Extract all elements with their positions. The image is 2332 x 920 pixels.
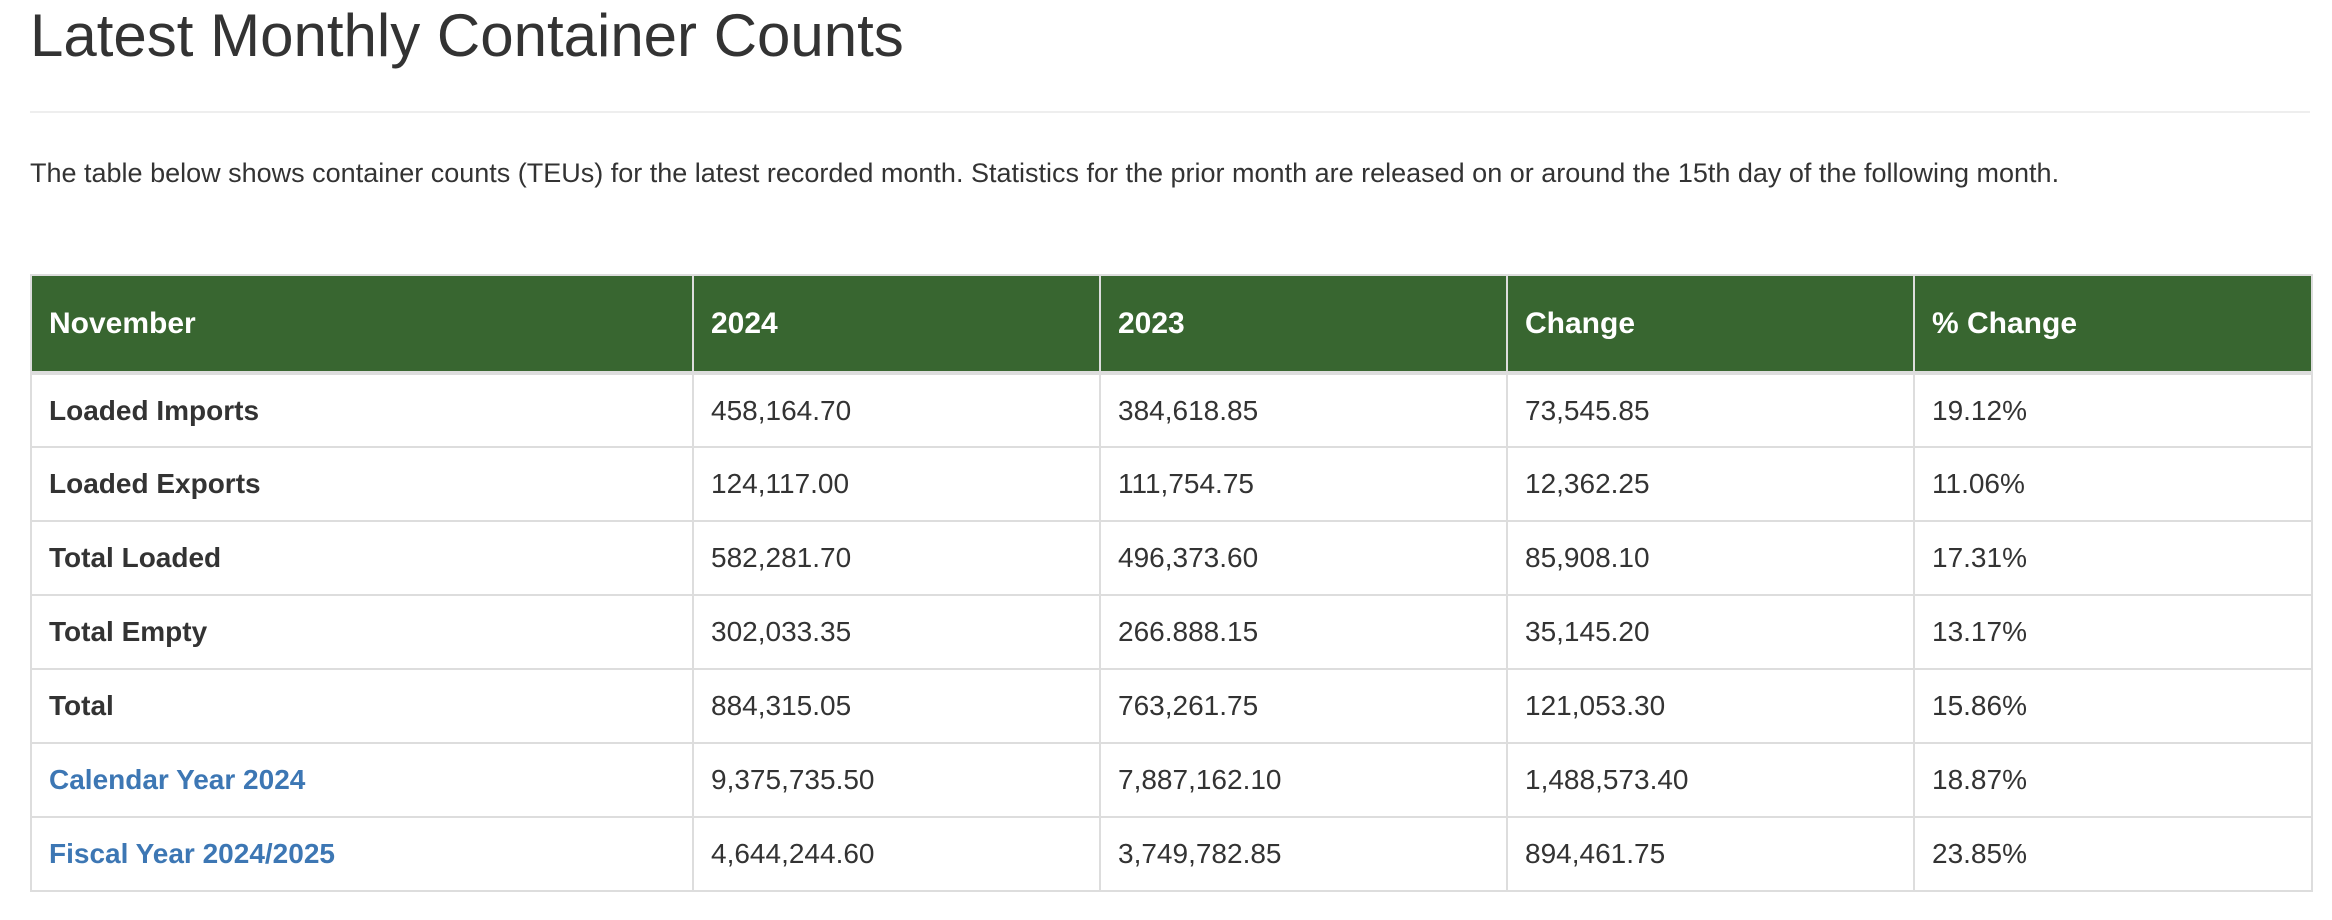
- cell-change: 35,145.20: [1506, 594, 1915, 670]
- intro-text: The table below shows container counts (…: [30, 158, 2060, 188]
- cell-change: 12,362.25: [1506, 446, 1915, 522]
- cell-2023: 3,749,782.85: [1099, 816, 1508, 892]
- row-label: Loaded Imports: [30, 372, 694, 448]
- row-label: Loaded Exports: [30, 446, 694, 522]
- cell-2023: 384,618.85: [1099, 372, 1508, 448]
- cell-pct-change: 17.31%: [1913, 520, 2313, 596]
- table-row: Loaded Exports 124,117.00 111,754.75 12,…: [30, 446, 2313, 522]
- header-2023: 2023: [1099, 274, 1508, 375]
- row-label-cell: Fiscal Year 2024/2025: [30, 816, 694, 892]
- table-row: Total Empty 302,033.35 266.888.15 35,145…: [30, 594, 2313, 670]
- header-month: November: [30, 274, 694, 375]
- page-title: Latest Monthly Container Counts: [30, 2, 904, 69]
- container-counts-table: November 2024 2023 Change % Change Loade…: [30, 274, 2313, 892]
- cell-change: 894,461.75: [1506, 816, 1915, 892]
- cell-2024: 124,117.00: [692, 446, 1101, 522]
- table-header-row: November 2024 2023 Change % Change: [30, 274, 2313, 375]
- calendar-year-link[interactable]: Calendar Year 2024: [49, 764, 305, 795]
- cell-pct-change: 19.12%: [1913, 372, 2313, 448]
- table-row: Calendar Year 2024 9,375,735.50 7,887,16…: [30, 742, 2313, 818]
- row-label: Total Empty: [30, 594, 694, 670]
- cell-2023: 7,887,162.10: [1099, 742, 1508, 818]
- cell-2023: 763,261.75: [1099, 668, 1508, 744]
- cell-2023: 111,754.75: [1099, 446, 1508, 522]
- cell-2023: 266.888.15: [1099, 594, 1508, 670]
- cell-2024: 9,375,735.50: [692, 742, 1101, 818]
- cell-pct-change: 11.06%: [1913, 446, 2313, 522]
- cell-change: 121,053.30: [1506, 668, 1915, 744]
- row-label-cell: Calendar Year 2024: [30, 742, 694, 818]
- table-row: Total 884,315.05 763,261.75 121,053.30 1…: [30, 668, 2313, 744]
- row-label: Total: [30, 668, 694, 744]
- cell-2024: 582,281.70: [692, 520, 1101, 596]
- cell-2024: 884,315.05: [692, 668, 1101, 744]
- cell-2024: 302,033.35: [692, 594, 1101, 670]
- cell-pct-change: 13.17%: [1913, 594, 2313, 670]
- cell-pct-change: 23.85%: [1913, 816, 2313, 892]
- table-row: Fiscal Year 2024/2025 4,644,244.60 3,749…: [30, 816, 2313, 892]
- cell-pct-change: 18.87%: [1913, 742, 2313, 818]
- cell-change: 73,545.85: [1506, 372, 1915, 448]
- header-change: Change: [1506, 274, 1915, 375]
- cell-2023: 496,373.60: [1099, 520, 1508, 596]
- table-row: Loaded Imports 458,164.70 384,618.85 73,…: [30, 372, 2313, 448]
- title-divider: [30, 111, 2310, 113]
- row-label: Total Loaded: [30, 520, 694, 596]
- cell-2024: 458,164.70: [692, 372, 1101, 448]
- cell-2024: 4,644,244.60: [692, 816, 1101, 892]
- cell-change: 85,908.10: [1506, 520, 1915, 596]
- fiscal-year-link[interactable]: Fiscal Year 2024/2025: [49, 838, 335, 869]
- header-2024: 2024: [692, 274, 1101, 375]
- cell-pct-change: 15.86%: [1913, 668, 2313, 744]
- header-pct-change: % Change: [1913, 274, 2313, 375]
- table-row: Total Loaded 582,281.70 496,373.60 85,90…: [30, 520, 2313, 596]
- cell-change: 1,488,573.40: [1506, 742, 1915, 818]
